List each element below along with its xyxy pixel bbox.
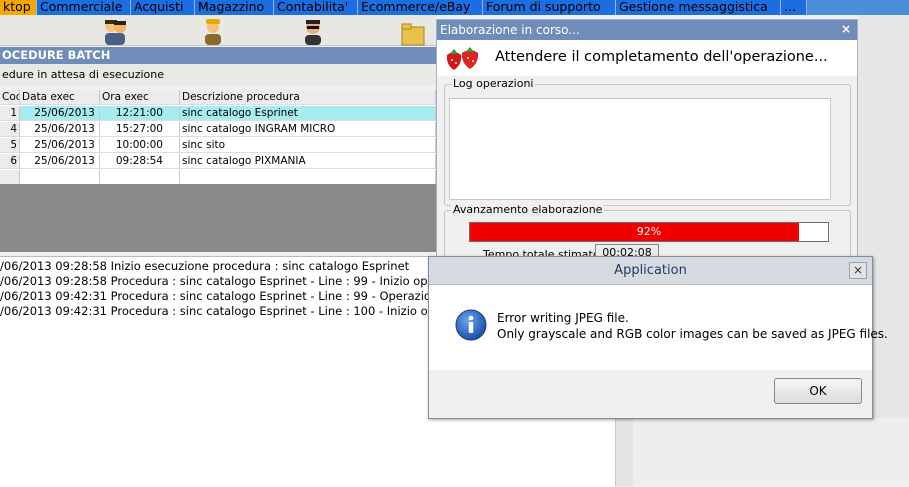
table-cell-cod: 6 [0,154,20,169]
grid-empty-area [0,184,436,252]
progress-percent-text: 92% [636,225,662,238]
error-message-line2: Only grayscale and RGB color images can … [497,327,888,341]
batch-panel-subtitle: edure in attesa di esecuzione [0,64,436,86]
users-icon[interactable] [102,17,128,45]
desktop-toolbar [0,15,436,46]
table-cell-date: 25/06/2013 [20,138,100,153]
column-header[interactable]: Cod. [0,90,20,105]
error-message-line1: Error writing JPEG file. [497,311,629,325]
table-cell-desc: sinc sito [180,138,436,153]
table-cell-date: 25/06/2013 [20,154,100,169]
folder-icon[interactable] [400,21,426,49]
menu-tab[interactable]: ... [781,0,807,15]
log-operations-box [449,98,831,200]
batch-panel-title: OCEDURE BATCH [0,47,436,64]
menu-tab[interactable]: Gestione messaggistica [616,0,781,15]
menu-tab[interactable]: ktop [0,0,37,15]
progress-group-label: Avanzamento elaborazione [451,203,605,216]
user-sunglasses-icon[interactable] [300,17,326,45]
empty-cell [100,170,180,185]
info-icon [455,309,487,341]
menu-tab[interactable]: Commerciale [37,0,131,15]
empty-cell [180,170,436,185]
background-panel-lower [633,418,909,486]
log-operations-label: Log operazioni [451,77,536,90]
table-cell-desc: sinc catalogo INGRAM MICRO [180,122,436,137]
table-cell-time: 10:00:00 [100,138,180,153]
log-line: /06/2013 09:28:58 Procedura : sinc catal… [0,274,453,288]
menu-tab[interactable]: Forum di supporto [483,0,616,15]
processing-dialog-title: Elaborazione in corso... [437,20,857,40]
menu-tab[interactable]: Ecommerce/eBay [358,0,483,15]
table-cell-time: 09:28:54 [100,154,180,169]
log-line: /06/2013 09:42:31 Procedura : sinc catal… [0,304,447,318]
ok-button[interactable]: OK [774,378,862,404]
table-cell-cod: 4 [0,122,20,137]
application-dialog-title: Application [614,263,687,278]
progress-bar: 92% [469,222,829,242]
batch-grid: Cod.Data execOra execDescrizione procedu… [0,90,436,185]
table-cell-date: 25/06/2013 [20,106,100,121]
application-error-dialog: Application × Error writing JPEG file. O… [428,256,888,419]
table-cell-date: 25/06/2013 [20,122,100,137]
table-cell-desc: sinc catalogo Esprinet [180,106,436,121]
user-worker-icon[interactable] [200,17,226,45]
column-header[interactable]: Ora exec [100,90,180,105]
column-header[interactable]: Data exec [20,90,100,105]
empty-cell [0,170,20,185]
application-dialog-body: Error writing JPEG file. Only grayscale … [429,285,888,370]
processing-dialog: Elaborazione in corso... × Attendere il … [436,19,858,264]
processing-message: Attendere il completamento dell'operazio… [495,49,828,65]
strawberry-icon [446,47,479,70]
processing-close-icon[interactable]: × [839,22,853,36]
empty-cell [20,170,100,185]
menu-tab[interactable]: Magazzino [195,0,274,15]
column-header[interactable]: Descrizione procedura [180,90,436,105]
table-cell-cod: 5 [0,138,20,153]
log-line: /06/2013 09:42:31 Procedura : sinc catal… [0,289,446,303]
table-cell-cod: 1 [0,106,20,121]
table-cell-desc: sinc catalogo PIXMANIA [180,154,436,169]
table-cell-time: 12:21:00 [100,106,180,121]
application-close-icon[interactable]: × [849,262,867,279]
menu-tab[interactable]: Contabilita' [274,0,358,15]
processing-header: Attendere il completamento dell'operazio… [437,40,857,76]
log-line: /06/2013 09:28:58 Inizio esecuzione proc… [0,259,410,273]
application-dialog-titlebar: Application × [429,257,872,285]
menu-tab[interactable]: Acquisti [131,0,195,15]
table-cell-time: 15:27:00 [100,122,180,137]
